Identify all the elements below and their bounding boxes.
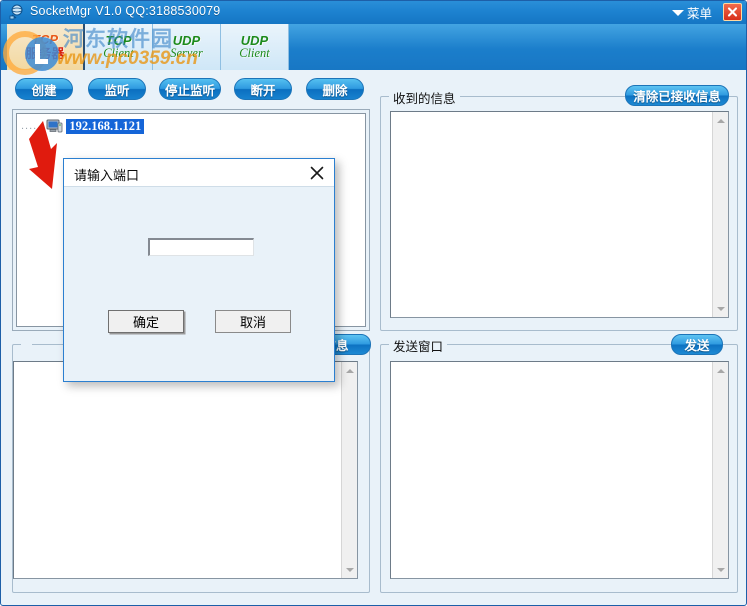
tree-item-connection[interactable]: ...... 192.168.1.121 <box>21 118 145 134</box>
create-button[interactable]: 创建 <box>15 78 73 100</box>
received-messages-panel[interactable] <box>390 111 729 318</box>
connection-log-scrollbar[interactable] <box>341 362 357 578</box>
menu-button[interactable]: 菜单 <box>671 4 712 21</box>
tab-udp-client-line2: Client <box>239 46 270 61</box>
tab-tcp-client[interactable]: TCP Client <box>85 24 153 70</box>
clear-received-button[interactable]: 清除已接收信息 <box>625 85 729 106</box>
tab-tcp-client-line1: TCP <box>105 32 132 48</box>
satellite-icon <box>9 4 25 20</box>
connection-log-legend <box>21 336 33 350</box>
connection-log-panel[interactable] <box>13 361 358 579</box>
tab-udp-client-line1: UDP <box>240 32 269 48</box>
dialog-ok-button[interactable]: 确定 <box>108 310 184 333</box>
port-input[interactable] <box>148 238 254 256</box>
tab-strip: TCP 服务器 TCP Client UDP Server UDP Client <box>1 24 746 70</box>
scroll-down-icon[interactable] <box>342 561 358 578</box>
tree-item-label: 192.168.1.121 <box>66 118 145 134</box>
close-icon <box>310 166 324 180</box>
tree-indent-dots: ...... <box>21 120 46 132</box>
stop-listen-button[interactable]: 停止监听 <box>159 78 221 100</box>
chevron-down-icon <box>671 9 684 16</box>
tab-udp-server[interactable]: UDP Server <box>153 24 221 70</box>
tab-list: TCP 服务器 TCP Client UDP Server UDP Client <box>7 24 289 70</box>
send-window-legend: 发送窗口 <box>389 336 448 355</box>
scroll-down-icon[interactable] <box>713 300 729 317</box>
tab-tcp-server-line1: TCP <box>32 32 58 48</box>
tab-tcp-server[interactable]: TCP 服务器 <box>7 24 85 70</box>
tab-tcp-client-line2: Client <box>103 46 134 61</box>
listen-button[interactable]: 监听 <box>88 78 146 100</box>
disconnect-button[interactable]: 断开 <box>234 78 292 100</box>
dialog-title-bar: 请输入端口 <box>64 159 334 187</box>
delete-button[interactable]: 删除 <box>306 78 364 100</box>
close-window-button[interactable] <box>723 3 742 21</box>
port-input-dialog: 请输入端口 确定 取消 <box>63 158 335 382</box>
tab-udp-server-line2: Server <box>170 46 203 61</box>
tab-tcp-server-line2: 服务器 <box>25 46 65 61</box>
dialog-cancel-button[interactable]: 取消 <box>215 310 291 333</box>
send-scrollbar[interactable] <box>712 362 728 578</box>
tab-udp-client[interactable]: UDP Client <box>221 24 289 70</box>
menu-button-label: 菜单 <box>686 7 712 21</box>
title-bar: SocketMgr V1.0 QQ:3188530079 菜单 <box>1 1 746 24</box>
dialog-title: 请输入端口 <box>74 168 140 183</box>
scroll-down-icon[interactable] <box>713 561 729 578</box>
tab-udp-server-line1: UDP <box>172 32 201 48</box>
close-icon <box>727 7 738 17</box>
received-messages-legend: 收到的信息 <box>389 88 460 107</box>
scroll-up-icon[interactable] <box>342 362 358 379</box>
window-title: SocketMgr V1.0 QQ:3188530079 <box>30 4 221 18</box>
dialog-close-button[interactable] <box>308 164 326 182</box>
scroll-up-icon[interactable] <box>713 362 729 379</box>
computer-icon <box>46 119 63 133</box>
scroll-up-icon[interactable] <box>713 112 729 129</box>
send-textarea-panel[interactable] <box>390 361 729 579</box>
received-scrollbar[interactable] <box>712 112 728 317</box>
app-window: SocketMgr V1.0 QQ:3188530079 菜单 TCP 服务器 … <box>0 0 747 606</box>
send-button[interactable]: 发送 <box>671 334 723 355</box>
